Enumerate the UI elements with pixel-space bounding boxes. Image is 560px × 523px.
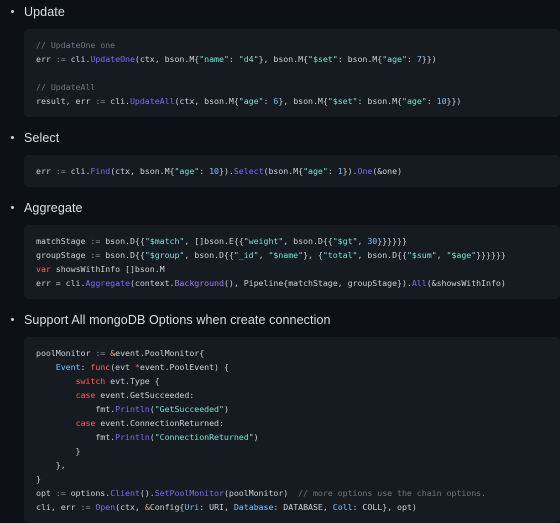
section-title-update: Update xyxy=(24,5,65,19)
code-block-options: poolMonitor := &event.PoolMonitor{ Event… xyxy=(24,337,560,523)
list-item-aggregate: Aggregate matchStage := bson.D{{"$match"… xyxy=(0,196,560,299)
list-item-options: Support All mongoDB Options when create … xyxy=(0,308,560,523)
list-item-update: Update // UpdateOne one err := cli.Updat… xyxy=(0,0,560,117)
code-select: err := cli.Find(ctx, bson.M{"age": 10}).… xyxy=(36,166,403,176)
code-options: poolMonitor := &event.PoolMonitor{ Event… xyxy=(36,348,487,512)
bullet-dot-icon xyxy=(11,10,14,13)
section-title-options: Support All mongoDB Options when create … xyxy=(24,313,331,327)
documentation-page: Update // UpdateOne one err := cli.Updat… xyxy=(0,0,560,523)
code-aggregate: matchStage := bson.D{{"$match", []bson.E… xyxy=(36,236,506,288)
bullet-dot-icon xyxy=(11,318,14,321)
code-block-select: err := cli.Find(ctx, bson.M{"age": 10}).… xyxy=(24,155,560,187)
section-title-select: Select xyxy=(24,131,60,145)
bullet-dot-icon xyxy=(11,206,14,209)
bullet-dot-icon xyxy=(11,136,14,139)
code-block-update: // UpdateOne one err := cli.UpdateOne(ct… xyxy=(24,29,560,117)
code-update: // UpdateOne one err := cli.UpdateOne(ct… xyxy=(36,40,462,106)
list-item-select: Select err := cli.Find(ctx, bson.M{"age"… xyxy=(0,126,560,187)
feature-list: Update // UpdateOne one err := cli.Updat… xyxy=(0,0,560,523)
code-block-aggregate: matchStage := bson.D{{"$match", []bson.E… xyxy=(24,225,560,299)
section-title-aggregate: Aggregate xyxy=(24,201,83,215)
